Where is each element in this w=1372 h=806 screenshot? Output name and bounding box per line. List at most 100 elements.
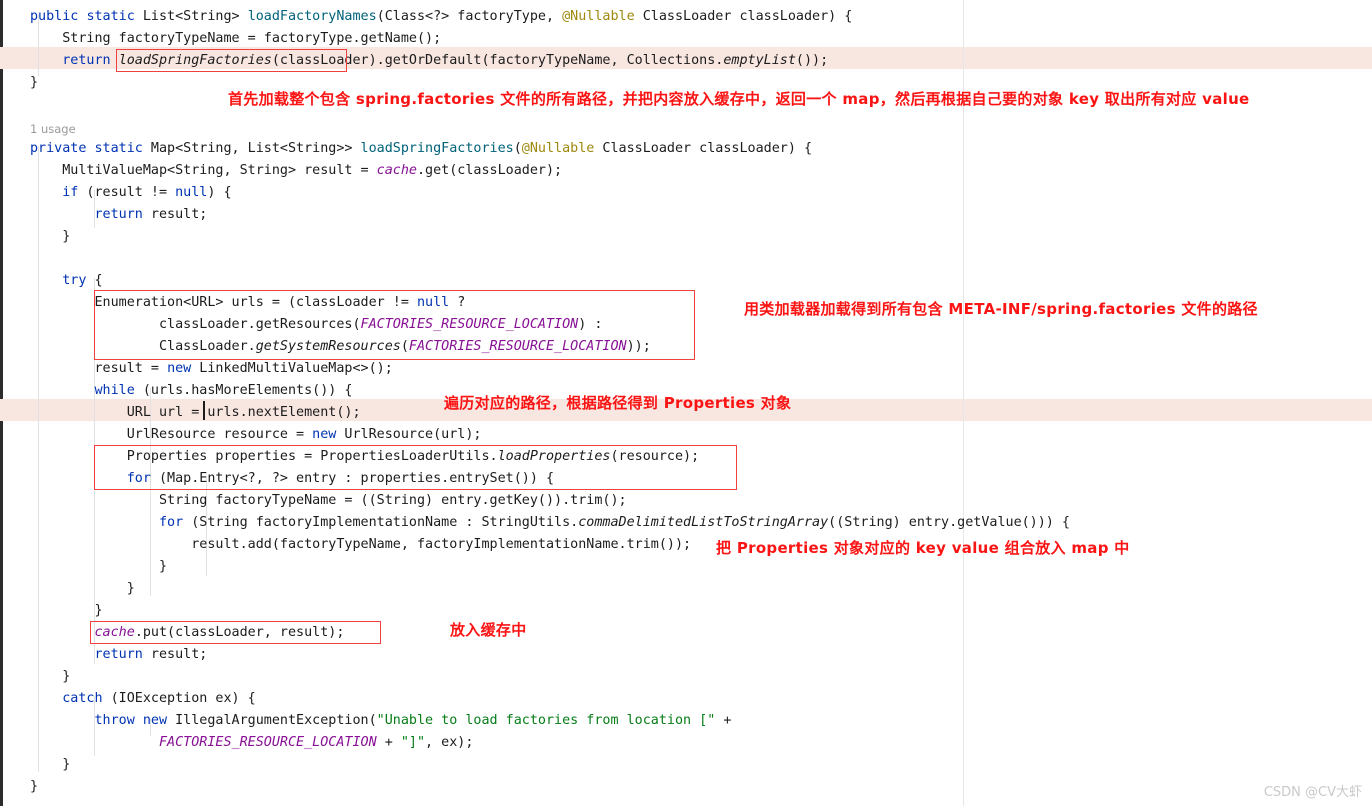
- code-token: }: [30, 559, 168, 574]
- code-line[interactable]: private static Map<String, List<String>>…: [30, 138, 812, 160]
- code-token: (String factoryImplementationName : Stri…: [183, 515, 579, 530]
- anno-classloader-load: 用类加载器加载得到所有包含 META-INF/spring.factories …: [744, 300, 1258, 318]
- code-line[interactable]: result = new LinkedMultiValueMap<>();: [30, 358, 393, 380]
- box-properties-load: [94, 445, 737, 490]
- code-token: (: [513, 141, 522, 156]
- code-token: loadSpringFactories: [360, 141, 514, 156]
- box-enumeration-urls: [94, 290, 695, 360]
- code-token: }: [30, 581, 135, 596]
- text-caret: [203, 401, 205, 420]
- code-token: LinkedMultiValueMap<>();: [191, 361, 393, 376]
- code-token: }: [30, 75, 39, 90]
- code-token: +: [376, 735, 401, 750]
- code-token: List<String>: [134, 9, 248, 24]
- code-line[interactable]: }: [30, 226, 70, 248]
- code-token: null: [175, 185, 208, 200]
- code-token: ());: [795, 53, 829, 68]
- code-token: result =: [30, 361, 168, 376]
- code-line[interactable]: URL url = urls.nextElement();: [30, 402, 361, 424]
- code-token: static: [94, 141, 143, 156]
- code-token: }: [30, 603, 103, 618]
- code-line[interactable]: String factoryTypeName = factoryType.get…: [30, 28, 441, 50]
- box-cache-put: [90, 621, 381, 644]
- code-token: private: [30, 141, 87, 156]
- code-token: ((String) entry.getValue())) {: [828, 515, 1070, 530]
- code-token: static: [86, 9, 135, 24]
- code-token: UrlResource(url);: [336, 427, 482, 442]
- code-line[interactable]: }: [30, 754, 70, 776]
- code-token: (Class<?> factoryType,: [376, 9, 563, 24]
- code-line[interactable]: result.add(factoryTypeName, factoryImple…: [30, 534, 691, 556]
- code-token: ClassLoader classLoader) {: [594, 141, 813, 156]
- code-token: , ex);: [425, 735, 474, 750]
- code-token: cache: [376, 163, 417, 178]
- code-token: return: [94, 647, 143, 662]
- code-line[interactable]: FACTORIES_RESOURCE_LOCATION + "]", ex);: [30, 732, 473, 754]
- code-token: IllegalArgumentException(: [167, 713, 377, 728]
- code-token: UrlResource resource =: [30, 427, 313, 442]
- usage-hint[interactable]: 1 usage: [30, 122, 76, 136]
- anno-load-all-paths: 首先加载整个包含 spring.factories 文件的所有路径，并把内容放入…: [228, 90, 1250, 108]
- code-line[interactable]: while (urls.hasMoreElements()) {: [30, 380, 353, 402]
- code-line[interactable]: for (String factoryImplementationName : …: [30, 512, 1070, 534]
- code-line[interactable]: }: [30, 578, 135, 600]
- code-token: +: [715, 713, 732, 728]
- code-token: }: [30, 229, 71, 244]
- code-token: }: [30, 779, 39, 794]
- code-token: try: [62, 273, 87, 288]
- code-token: }: [30, 669, 71, 684]
- code-line[interactable]: return result;: [30, 644, 208, 666]
- code-token: (IOException ex) {: [102, 691, 256, 706]
- code-token: result.add(factoryTypeName, factoryImple…: [30, 537, 692, 552]
- code-line[interactable]: }: [30, 600, 103, 622]
- code-line[interactable]: UrlResource resource = new UrlResource(u…: [30, 424, 482, 446]
- code-token: MultiValueMap<String, String> result =: [30, 163, 377, 178]
- code-screenshot: public static List<String> loadFactoryNa…: [0, 0, 1372, 806]
- code-line[interactable]: }: [30, 556, 167, 578]
- code-token: new: [142, 713, 168, 728]
- code-line[interactable]: public static List<String> loadFactoryNa…: [30, 6, 852, 28]
- code-line[interactable]: throw new IllegalArgumentException("Unab…: [30, 710, 732, 732]
- code-line[interactable]: MultiValueMap<String, String> result = c…: [30, 160, 562, 182]
- code-line[interactable]: try {: [30, 270, 103, 292]
- code-token: {: [86, 273, 103, 288]
- code-token: result;: [142, 647, 208, 662]
- code-line[interactable]: }: [30, 776, 38, 798]
- code-token: (result !=: [78, 185, 176, 200]
- code-line[interactable]: return result;: [30, 204, 208, 226]
- code-token: URL url = urls.nextElement();: [30, 405, 361, 420]
- code-token: for: [159, 515, 184, 530]
- code-line[interactable]: catch (IOException ex) {: [30, 688, 256, 710]
- anno-put-into-map: 把 Properties 对象对应的 key value 组合放入 map 中: [716, 539, 1130, 557]
- code-token: commaDelimitedListToStringArray: [578, 515, 829, 530]
- code-token: @Nullable: [562, 9, 635, 24]
- code-token: ClassLoader classLoader) {: [634, 9, 853, 24]
- code-token: (urls.hasMoreElements()) {: [134, 383, 353, 398]
- code-token: new: [167, 361, 192, 376]
- code-token: String factoryTypeName = factoryType.get…: [30, 31, 442, 46]
- code-token: new: [312, 427, 337, 442]
- anno-put-into-cache: 放入缓存中: [450, 621, 527, 639]
- right-margin-guide: [963, 0, 964, 806]
- code-line[interactable]: }: [30, 666, 70, 688]
- code-token: return: [94, 207, 143, 222]
- code-line[interactable]: if (result != null) {: [30, 182, 231, 204]
- code-line[interactable]: }: [30, 72, 38, 94]
- code-token: public: [30, 9, 79, 24]
- code-token: "Unable to load factories from location …: [376, 713, 716, 728]
- code-token: while: [94, 383, 135, 398]
- code-token: "]": [400, 735, 426, 750]
- code-line[interactable]: String factoryTypeName = ((String) entry…: [30, 490, 627, 512]
- anno-iterate-paths: 遍历对应的路径，根据路径得到 Properties 对象: [444, 394, 792, 412]
- code-token: @Nullable: [521, 141, 595, 156]
